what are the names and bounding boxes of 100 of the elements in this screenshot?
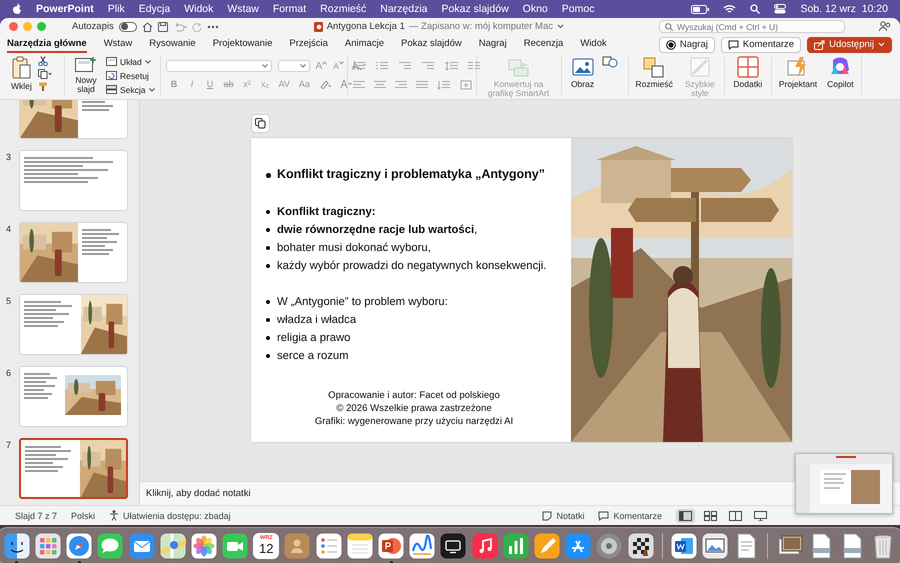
format-brush-icon[interactable]	[38, 82, 48, 92]
slide-command[interactable]: Sekcja	[106, 84, 155, 95]
ribbon-button[interactable]: Copilot	[825, 56, 856, 90]
app-store-icon[interactable]	[565, 533, 592, 559]
scissors-icon[interactable]	[38, 56, 48, 66]
menu-item[interactable]: Plik	[108, 3, 125, 15]
view-button[interactable]	[676, 508, 695, 522]
copy-icon[interactable]	[38, 69, 52, 79]
ribbon-tab[interactable]: Widok	[580, 36, 607, 53]
envelope-icon[interactable]	[128, 533, 155, 559]
tv-icon[interactable]	[440, 533, 466, 559]
language-label[interactable]: Polski	[71, 510, 96, 520]
notes-button[interactable]: Notatki	[542, 510, 584, 520]
bullet-text[interactable]: religia a prawo	[277, 332, 350, 344]
menu-item[interactable]: Okno	[522, 3, 548, 15]
bullet-text[interactable]: Konflikt tragiczny:	[277, 206, 376, 218]
window-preview[interactable]	[796, 454, 892, 514]
app-name[interactable]: PowerPoint	[36, 3, 94, 15]
more-icon[interactable]	[206, 24, 219, 28]
home-icon[interactable]	[142, 22, 153, 32]
font-color-icon[interactable]	[340, 79, 352, 89]
people-icon[interactable]	[879, 21, 891, 32]
bullet-text[interactable]: W „Antygonie” to problem wyboru:	[277, 296, 448, 308]
bullet-text[interactable]: władza i władca	[277, 314, 356, 326]
ribbon-tab[interactable]: Wstaw	[104, 36, 132, 53]
credit-text[interactable]: Grafiki: wygenerowane przy użyciu narzędzi AI	[314, 415, 514, 428]
apple-icon[interactable]	[12, 3, 22, 15]
ribbon-tab[interactable]: Przejścia	[289, 36, 328, 53]
finder-icon[interactable]	[4, 533, 30, 559]
bullet-text[interactable]: bohater musi dokonać wyboru,	[277, 242, 431, 254]
font-size-field[interactable]	[278, 60, 310, 72]
wifi-icon[interactable]	[723, 4, 736, 14]
comments-button[interactable]: Komentarze	[720, 36, 802, 52]
scribble-icon[interactable]	[409, 533, 436, 559]
slide-title[interactable]: Konflikt tragiczny i problematyka „Antygony”	[277, 167, 545, 181]
share-button[interactable]: Udostępnij	[807, 36, 892, 52]
menu-item[interactable]: Pokaz slajdów	[442, 3, 509, 15]
bullet-text[interactable]: serce a rozum	[277, 350, 349, 362]
search-field[interactable]: Wyszukaj (Cmd + Ctrl + U)	[659, 20, 845, 33]
highlight-icon[interactable]	[318, 79, 331, 89]
document-app-icon[interactable]	[670, 533, 697, 559]
settings-icon[interactable]	[596, 533, 622, 559]
new-slide-button[interactable]: Nowy slajd	[70, 56, 102, 95]
menu-item[interactable]: Wstaw	[227, 3, 259, 15]
search-icon[interactable]	[750, 4, 760, 14]
menu-item[interactable]: Pomoc	[562, 3, 594, 15]
credit-text[interactable]: © 2026 Wszelkie prawa zastrzeżone	[336, 402, 492, 415]
bullet-text[interactable]: dwie równorzędne racje lub wartości,	[277, 224, 478, 236]
menu-item[interactable]: Rozmieść	[320, 3, 366, 15]
battery-icon[interactable]	[691, 4, 710, 14]
shapes-icon[interactable]	[602, 56, 620, 68]
slide-thumbnail[interactable]	[19, 438, 128, 499]
chevron-icon[interactable]	[557, 24, 564, 29]
ribbon-tab[interactable]: Narzędzia główne	[7, 36, 87, 53]
ribbon-tab[interactable]: Rysowanie	[149, 36, 196, 53]
pen-icon[interactable]	[534, 533, 560, 559]
ribbon-tab[interactable]: Animacje	[344, 36, 384, 53]
bullet-text[interactable]: każdy wybór prowadzi do negatywnych konsekwencji.	[277, 260, 546, 272]
slide-command[interactable]: Resetuj	[106, 70, 155, 81]
control-center-icon[interactable]	[774, 4, 786, 14]
app-grid-icon[interactable]	[34, 533, 61, 559]
comments-button[interactable]: Komentarze	[598, 510, 662, 520]
bullet-list-icon[interactable]	[352, 61, 367, 71]
save-icon[interactable]	[158, 22, 168, 32]
document-title[interactable]: Antygona Lekcja 1	[326, 21, 405, 32]
map-icon[interactable]	[160, 533, 186, 559]
compass-icon[interactable]	[66, 533, 92, 559]
credit-text[interactable]: Opracowanie i autor: Facet od polskiego	[328, 389, 500, 402]
ribbon-tab[interactable]: Projektowanie	[212, 36, 272, 53]
notes-placeholder[interactable]: Kliknij, aby dodać notatki	[146, 488, 251, 500]
record-button[interactable]: Nagraj	[658, 36, 715, 52]
ribbon-tab[interactable]: Nagraj	[478, 36, 507, 53]
paste-button[interactable]: Wklej	[9, 56, 34, 92]
close-button[interactable]	[9, 22, 18, 31]
copy-button[interactable]	[251, 114, 270, 133]
ribbon-tab[interactable]: Pokaz slajdów	[400, 36, 462, 53]
ribbon-button[interactable]: Rozmieść	[634, 56, 675, 90]
address-book-icon[interactable]	[284, 533, 310, 559]
autosave-toggle[interactable]	[118, 22, 137, 32]
menu-item[interactable]: Widok	[184, 3, 214, 15]
bar-chart-icon[interactable]	[502, 533, 529, 559]
ribbon-button[interactable]: Obraz	[568, 56, 596, 90]
ribbon-button[interactable]: Projektant	[776, 56, 820, 90]
presentation-app-icon[interactable]	[378, 533, 404, 559]
view-button[interactable]	[701, 508, 720, 522]
clear-format-icon[interactable]	[350, 61, 362, 71]
chessboard-icon[interactable]	[628, 533, 654, 559]
menu-item[interactable]: Edycja	[138, 3, 170, 15]
chat-bubble-icon[interactable]	[97, 533, 124, 559]
view-button[interactable]	[726, 508, 745, 522]
flower-icon[interactable]	[190, 533, 217, 559]
checklist-icon[interactable]	[316, 533, 342, 559]
accessibility-button[interactable]: Ułatwienia dostępu: zbadaj	[109, 510, 231, 521]
video-camera-icon[interactable]	[222, 533, 248, 559]
notepad-icon[interactable]	[346, 533, 373, 559]
photo-viewer-icon[interactable]	[702, 533, 728, 559]
ribbon-tab[interactable]: Recenzja	[524, 36, 564, 53]
menu-item[interactable]: Narzędzia	[380, 3, 428, 15]
music-note-icon[interactable]	[472, 533, 498, 559]
menu-item[interactable]: Format	[272, 3, 306, 15]
